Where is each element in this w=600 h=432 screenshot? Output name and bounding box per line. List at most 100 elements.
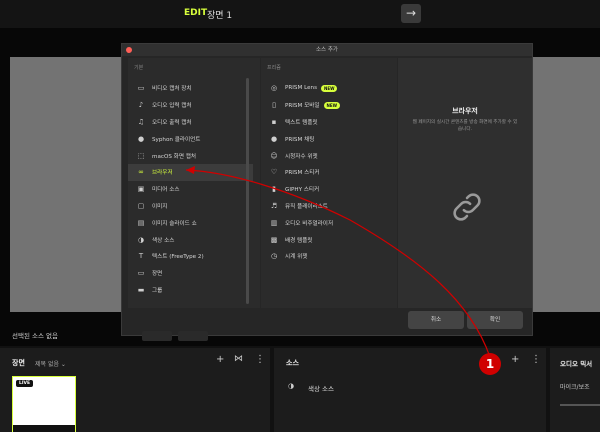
prism-sources-column: 프리즘 ◎ PRISM Lens NEW ▯ PRISM 모바일 NEW ▪ 텍스트 템플릿 ●… — [261, 58, 397, 308]
source-type-label: 비디오 캡처 장치 — [152, 86, 192, 93]
source-type-label: 색상 소스 — [152, 237, 175, 244]
source-type-item[interactable]: ◑ 색상 소스 — [128, 231, 260, 248]
audio-mixer-title: 오디오 믹서 — [560, 360, 593, 368]
source-type-label: 배경 템플릿 — [285, 237, 313, 244]
source-type-item[interactable]: ◎ PRISM Lens NEW — [261, 80, 397, 97]
source-type-label: 브라우저 — [152, 170, 173, 177]
source-type-label: PRISM 모바일 — [285, 103, 320, 110]
microphone-icon: ♪ — [138, 101, 144, 110]
source-type-item[interactable]: ▮ GIPHY 스티커 — [261, 181, 397, 198]
scene-thumbnail[interactable]: LIVE — [12, 376, 76, 432]
source-type-item[interactable]: ▥ 오디오 비주얼라이저 — [261, 214, 397, 231]
scene-title: 장면 1 — [207, 11, 233, 21]
add-source-dialog: 소스 추가 기본 ▭ 비디오 캡처 장치 ♪ 오디오 입력 캡처 ♫ 오디오 출력 캡처 ●… — [121, 43, 533, 336]
source-type-item[interactable]: ▪ 텍스트 템플릿 — [261, 114, 397, 131]
source-type-item[interactable]: T 텍스트 (FreeType 2) — [128, 248, 260, 265]
source-type-label: PRISM 스티커 — [285, 170, 320, 177]
source-type-label: 시계 위젯 — [285, 254, 308, 261]
image-icon: ▢ — [137, 201, 145, 210]
syphon-icon: ● — [137, 134, 145, 143]
cancel-button[interactable]: 취소 — [408, 311, 464, 329]
giphy-icon: ▮ — [272, 185, 276, 194]
prism-sources-list: ◎ PRISM Lens NEW ▯ PRISM 모바일 NEW ▪ 텍스트 템플릿 ● PRIS… — [261, 80, 397, 265]
prism-header: 프리즘 — [267, 65, 281, 71]
basic-sources-column: 기본 ▭ 비디오 캡처 장치 ♪ 오디오 입력 캡처 ♫ 오디오 출력 캡처 ● Syphon… — [128, 58, 260, 308]
more-options-icon[interactable]: ⋮ — [255, 354, 265, 365]
source-type-item[interactable]: ● PRISM 채팅 — [261, 130, 397, 147]
clock-icon: ◷ — [270, 252, 278, 261]
source-type-item[interactable]: ▭ 장면 — [128, 265, 260, 282]
source-type-item[interactable]: ☺ 시청자수 위젯 — [261, 147, 397, 164]
source-type-label: 오디오 비주얼라이저 — [285, 220, 334, 227]
palette-icon: ◑ — [288, 382, 295, 390]
source-type-label: PRISM 채팅 — [285, 136, 315, 143]
source-type-label: 시청자수 위젯 — [285, 153, 318, 160]
text-icon: T — [138, 252, 144, 261]
source-type-item[interactable]: ▭ 비디오 캡처 장치 — [128, 80, 260, 97]
source-type-item[interactable]: ● Syphon 클라이언트 — [128, 130, 260, 147]
source-type-item[interactable]: ◷ 시계 위젯 — [261, 248, 397, 265]
scene-collection-dropdown[interactable]: 제목 없음 ⌄ — [35, 359, 66, 368]
source-type-label: macOS 화면 캡처 — [152, 153, 197, 160]
audio-mixer-panel: 오디오 믹서 마이크/보조 — [550, 348, 600, 432]
top-bar — [0, 0, 600, 28]
source-type-item[interactable]: ♬ 뮤직 플레이리스트 — [261, 198, 397, 215]
sources-title: 소스 — [286, 359, 299, 367]
basic-sources-list: ▭ 비디오 캡처 장치 ♪ 오디오 입력 캡처 ♫ 오디오 출력 캡처 ● Syphon 클라… — [128, 80, 260, 298]
link-icon — [453, 193, 481, 221]
more-options-icon[interactable]: ⋮ — [531, 354, 541, 365]
confirm-button[interactable]: 확인 — [467, 311, 523, 329]
slideshow-icon: ▤ — [137, 218, 145, 227]
add-scene-icon[interactable]: + — [216, 354, 224, 365]
source-type-item[interactable]: ♡ PRISM 스티커 — [261, 164, 397, 181]
add-source-icon[interactable]: + — [511, 354, 519, 365]
go-live-arrow-button[interactable]: → — [401, 4, 421, 23]
new-badge: NEW — [323, 101, 341, 109]
source-type-label: 이미지 슬라이드 쇼 — [152, 220, 197, 227]
music-icon: ♬ — [270, 201, 278, 210]
transition-icon[interactable]: ⋈ — [234, 354, 243, 364]
source-type-label: 오디오 입력 캡처 — [152, 103, 192, 110]
text-template-icon: ▪ — [271, 117, 277, 126]
source-action-button[interactable] — [142, 331, 172, 341]
source-type-item[interactable]: ▬ 그룹 — [128, 282, 260, 299]
chat-icon: ● — [270, 134, 278, 143]
scrollbar[interactable] — [246, 78, 249, 304]
palette-icon: ◑ — [137, 235, 145, 244]
source-type-item[interactable]: ▤ 이미지 슬라이드 쇼 — [128, 214, 260, 231]
source-type-item[interactable]: ♪ 오디오 입력 캡처 — [128, 97, 260, 114]
source-type-item[interactable]: ▢ 이미지 — [128, 198, 260, 215]
sources-panel: 소스 + ⋮ ◑ 색상 소스 — [274, 348, 546, 432]
source-type-item[interactable]: ▯ PRISM 모바일 NEW — [261, 97, 397, 114]
source-type-item[interactable]: ▩ 배경 템플릿 — [261, 231, 397, 248]
source-type-item[interactable]: ∞ 브라우저 — [128, 163, 253, 181]
live-badge: LIVE — [16, 380, 34, 387]
preview-title: 브라우저 — [452, 107, 478, 115]
source-type-label: 텍스트 템플릿 — [285, 119, 318, 126]
speaker-icon: ♫ — [137, 117, 145, 126]
source-type-label: 오디오 출력 캡처 — [152, 119, 192, 126]
folder-icon: ▬ — [137, 285, 145, 294]
thumbnail-footer — [13, 425, 75, 432]
source-type-item[interactable]: ▣ 미디어 소스 — [128, 181, 260, 198]
scene-icon: ▭ — [137, 269, 145, 278]
mobile-icon: ▯ — [272, 101, 276, 110]
source-type-label: 뮤직 플레이리스트 — [285, 203, 328, 210]
source-type-item[interactable]: ♫ 오디오 출력 캡처 — [128, 114, 260, 131]
scenes-panel: 장면 제목 없음 ⌄ + ⋈ ⋮ LIVE — [0, 348, 270, 432]
link-icon: ∞ — [138, 168, 144, 177]
background-template-icon: ▩ — [270, 235, 278, 244]
source-type-label: 미디어 소스 — [152, 187, 180, 194]
audio-channel-label: 마이크/보조 — [560, 384, 590, 391]
volume-slider[interactable] — [560, 404, 600, 406]
lens-icon: ◎ — [270, 84, 278, 93]
source-type-label: 장면 — [152, 271, 163, 278]
source-action-button[interactable] — [178, 331, 208, 341]
source-item[interactable]: 색상 소스 — [308, 383, 334, 393]
source-type-item[interactable]: ⬚ macOS 화면 캡처 — [128, 147, 260, 164]
source-type-label: 그룹 — [152, 287, 163, 294]
step-number-badge: 1 — [479, 353, 501, 375]
viewers-icon: ☺ — [270, 151, 278, 160]
scenes-title: 장면 — [12, 359, 25, 367]
source-type-label: 이미지 — [152, 203, 168, 210]
